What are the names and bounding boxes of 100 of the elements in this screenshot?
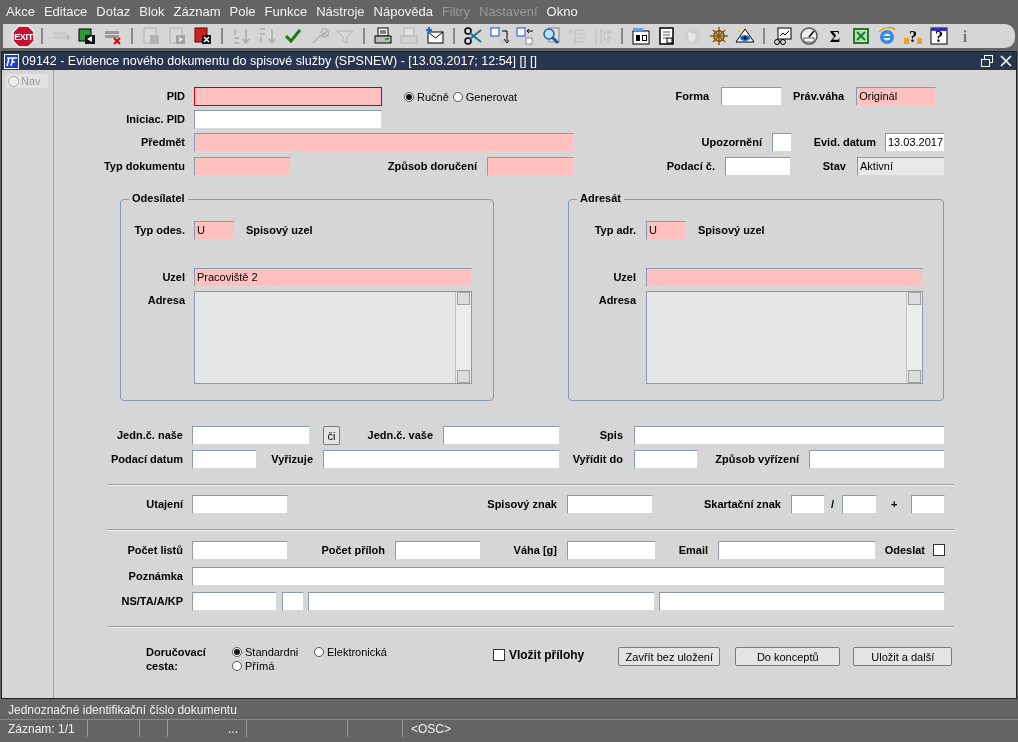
menu-item[interactable]: Pole <box>229 3 256 19</box>
radio-button[interactable]: Generovat <box>452 87 518 106</box>
record-stack-icon[interactable] <box>77 26 97 46</box>
menu-item[interactable]: Nápověda <box>373 3 433 19</box>
input-field[interactable] <box>718 541 876 560</box>
field-label: Podací č. <box>666 159 716 174</box>
chart-icon[interactable] <box>773 26 793 46</box>
input-field[interactable]: U <box>646 221 686 240</box>
input-field[interactable]: Originál <box>856 87 937 106</box>
field-text: / <box>831 497 836 512</box>
text-area[interactable] <box>646 291 923 384</box>
cancel-query-icon[interactable] <box>193 26 213 46</box>
radio-button[interactable]: Elektronická <box>314 645 387 659</box>
input-field[interactable] <box>443 426 560 445</box>
input-field[interactable] <box>721 87 783 106</box>
menu-item[interactable]: Akce <box>6 3 35 19</box>
menu-item[interactable]: Okno <box>546 3 578 19</box>
input-field[interactable] <box>192 541 288 560</box>
check-icon[interactable] <box>283 26 303 46</box>
spreadsheet-icon[interactable] <box>851 26 871 46</box>
input-field[interactable] <box>646 268 923 287</box>
document-icon[interactable] <box>657 26 677 46</box>
input-field[interactable] <box>192 567 945 586</box>
envelope-icon[interactable] <box>425 26 445 46</box>
checkbox[interactable] <box>492 649 505 661</box>
input-field[interactable] <box>194 87 382 106</box>
menu-item[interactable]: Funkce <box>264 3 308 19</box>
status-text: Záznam: 1/1 <box>8 721 75 736</box>
input-field[interactable] <box>567 495 653 514</box>
menu-item[interactable]: Blok <box>139 3 165 19</box>
radio-button[interactable]: Standardni <box>232 645 314 659</box>
sum-icon[interactable]: Σ <box>825 26 845 46</box>
input-field[interactable] <box>194 157 291 176</box>
checkbox[interactable] <box>933 544 945 556</box>
input-field[interactable] <box>192 450 257 469</box>
checkbox-label: Vložit přílohy <box>508 648 585 662</box>
input-field[interactable] <box>282 592 304 611</box>
field-label: Poznámka <box>128 569 184 584</box>
field-label: NS/TA/A/KP <box>121 594 184 609</box>
input-field[interactable] <box>567 541 656 560</box>
field-label: Typ dokumentu <box>103 159 186 174</box>
help-window-icon[interactable]: ? <box>929 26 949 46</box>
window-title: 09142 - Evidence nového dokumentu do spisové služby (SPSNEW) - [13.03.2017; 12:54] [] [] <box>22 54 538 68</box>
input-field[interactable] <box>194 133 574 152</box>
browser-icon[interactable] <box>877 26 897 46</box>
radio-button[interactable]: Ručně <box>404 87 449 106</box>
input-field[interactable] <box>395 541 481 560</box>
scrollbar[interactable] <box>906 292 922 383</box>
action-button[interactable]: Do konceptů <box>735 647 841 666</box>
input-field[interactable] <box>192 426 310 445</box>
radio-button[interactable]: Přímá <box>232 659 314 673</box>
text-copy-icon[interactable] <box>515 26 535 46</box>
input-field[interactable] <box>634 426 945 445</box>
group-title: Odesílatel <box>129 192 188 204</box>
form-icon[interactable] <box>631 26 651 46</box>
input-field[interactable] <box>323 450 560 469</box>
close-icon[interactable] <box>1000 55 1012 67</box>
exit-icon[interactable]: EXIT <box>11 24 35 48</box>
menu-item[interactable]: Záznam <box>173 3 221 19</box>
scissors-icon[interactable] <box>463 26 483 46</box>
input-field[interactable] <box>772 133 792 152</box>
input-field[interactable]: 13.03.2017 <box>885 133 945 152</box>
input-field[interactable]: U <box>194 221 235 240</box>
lookup-button[interactable]: či <box>323 426 340 445</box>
gauge-icon[interactable] <box>799 26 819 46</box>
input-field[interactable] <box>791 495 825 514</box>
eye-icon[interactable] <box>735 26 755 46</box>
input-field[interactable] <box>659 592 945 611</box>
wheel-icon[interactable] <box>709 26 729 46</box>
scrollbar[interactable] <box>455 292 471 383</box>
input-field[interactable] <box>634 450 698 469</box>
input-field[interactable] <box>194 110 382 129</box>
printer-icon[interactable] <box>373 26 393 46</box>
restore-icon[interactable] <box>981 55 993 67</box>
input-field[interactable] <box>725 157 791 176</box>
text-transfer-icon[interactable] <box>489 26 509 46</box>
status-text: <OSC> <box>411 721 452 736</box>
field-label: Stav <box>822 159 847 174</box>
input-field[interactable] <box>842 495 877 514</box>
field-label: Adresa <box>598 293 638 308</box>
field-label: Email <box>678 543 709 558</box>
input-field[interactable] <box>911 495 945 514</box>
menu-item[interactable]: Nástroje <box>316 3 365 19</box>
menu-item[interactable]: Editace <box>43 3 88 19</box>
field-label: Iniciac. PID <box>126 112 186 127</box>
field-label: Vyřizuje <box>271 452 314 467</box>
action-button[interactable]: Zavřít bez uložení <box>618 647 721 666</box>
input-field[interactable]: Pracoviště 2 <box>194 268 472 287</box>
input-field[interactable] <box>308 592 655 611</box>
input-field[interactable] <box>192 495 288 514</box>
magnifier-icon[interactable] <box>541 26 561 46</box>
input-field[interactable] <box>192 592 277 611</box>
input-field[interactable] <box>487 157 574 176</box>
menu-item[interactable]: Dotaz <box>96 3 131 19</box>
text-area[interactable] <box>194 291 472 384</box>
field-label: Spisový znak <box>487 497 558 512</box>
input-field[interactable] <box>809 450 945 469</box>
field-label: Počet listů <box>127 543 184 558</box>
action-button[interactable]: Uložit a další <box>853 647 953 666</box>
field-label: Podací datum <box>110 452 184 467</box>
